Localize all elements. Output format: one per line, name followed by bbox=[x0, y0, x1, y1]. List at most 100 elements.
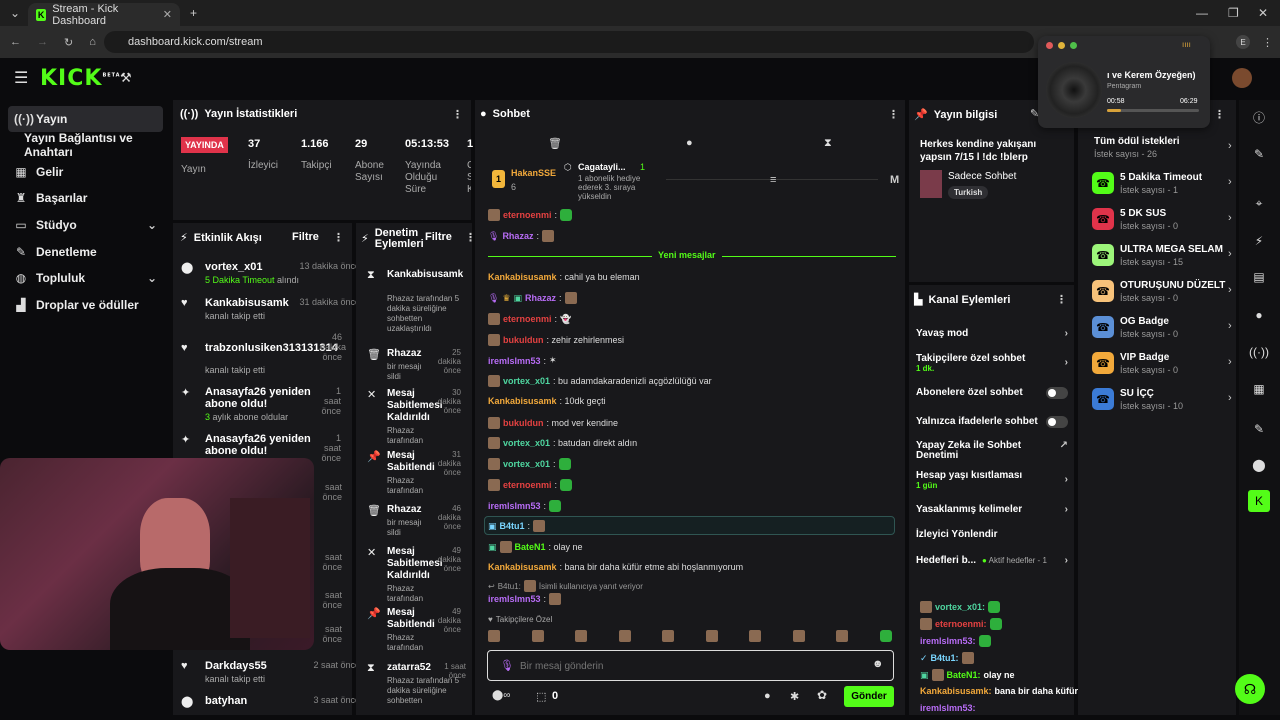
chat-message[interactable]: bukuldun: mod ver kendine bbox=[488, 417, 618, 429]
chat-username[interactable]: Rhazaz bbox=[502, 231, 533, 241]
camera-focus-icon[interactable]: ⌖ bbox=[1248, 192, 1270, 214]
chat-menu-icon[interactable]: ⋮ bbox=[888, 108, 899, 121]
lightning-icon[interactable]: ⚡ bbox=[1248, 230, 1270, 252]
chat-message[interactable]: bukuldun: zehir zehirlenmesi bbox=[488, 334, 624, 346]
chat-username[interactable]: iremlslmn53 bbox=[488, 501, 541, 511]
clear-chat-icon[interactable]: 🗑 bbox=[548, 137, 562, 150]
moderation-filter-button[interactable]: Filtre bbox=[425, 231, 452, 243]
points-icon[interactable]: ⬤∞ bbox=[492, 690, 510, 701]
profile-avatar[interactable]: E bbox=[1236, 35, 1250, 49]
support-icon[interactable]: ☊ bbox=[1235, 674, 1265, 704]
pinned-user[interactable]: HakanSSE bbox=[511, 168, 556, 178]
chat-message[interactable]: Kankabisusamk: bana bir daha küfür etme … bbox=[488, 562, 743, 572]
chat-message[interactable]: Kankabisusamk: cahil ya bu eleman bbox=[488, 272, 640, 282]
edit-icon[interactable]: ✎ bbox=[1248, 143, 1270, 165]
chat-username[interactable]: vortex_x01 bbox=[503, 376, 550, 386]
chat-username[interactable]: eternoenmi bbox=[503, 210, 552, 220]
chat-message[interactable]: vortex_x01: batudan direkt aldın bbox=[488, 437, 637, 449]
nav-gelir[interactable]: ▦ Gelir bbox=[8, 159, 163, 185]
reload-icon[interactable]: ↻ bbox=[64, 36, 73, 49]
viewer-avatar[interactable] bbox=[662, 630, 675, 642]
mod-item[interactable]: ⧗ Kankabisusamk bbox=[367, 269, 463, 281]
expand-pinned-icon[interactable]: ≡ bbox=[770, 174, 776, 186]
chat-bubble-icon[interactable]: ● bbox=[764, 690, 771, 702]
chat-message[interactable]: Kankabisusamk: 10dk geçti bbox=[488, 396, 606, 406]
chat-username[interactable]: Kankabisusamk bbox=[488, 396, 557, 406]
activity-item[interactable]: ♥ Darkdays55 kanalı takip etti 2 saat önce bbox=[181, 660, 370, 684]
chat-message[interactable]: eternoenmi: 👻 bbox=[488, 313, 571, 325]
tab-list-icon[interactable]: ⌄ bbox=[10, 6, 20, 20]
gift-box-icon[interactable]: ⬚ bbox=[536, 690, 546, 703]
user-avatar[interactable] bbox=[1232, 68, 1252, 88]
mod-item[interactable]: 📌 Mesaj Sabitlendi Rhazaz tarafından 31 dak… bbox=[367, 450, 461, 496]
viewer-avatar[interactable] bbox=[836, 630, 849, 642]
banned-words-row[interactable]: Yasaklanmış kelimeler › bbox=[916, 504, 1068, 515]
chat-input[interactable] bbox=[520, 658, 850, 674]
viewer-avatar[interactable] bbox=[879, 630, 892, 642]
gift-user[interactable]: Cagatayli... bbox=[578, 162, 626, 172]
viewer-avatar[interactable] bbox=[618, 630, 631, 642]
mod-item[interactable]: Rhazaz tarafından 5 dakika süreliğine so… bbox=[387, 292, 462, 334]
mod-item[interactable]: ✕ Mesaj Sabitlemesi Kaldırıldı Rhazaz tara… bbox=[367, 388, 461, 446]
wrench-icon[interactable]: ✎ bbox=[1248, 418, 1270, 440]
channel-actions-menu-icon[interactable]: ⋮ bbox=[1056, 293, 1067, 306]
emotes-only-toggle[interactable] bbox=[1046, 416, 1068, 428]
chat-message[interactable]: 🎙 ♛ ▣ Rhazaz: bbox=[488, 292, 577, 304]
kick-app-icon[interactable]: K bbox=[1248, 490, 1270, 512]
address-bar[interactable]: dashboard.kick.com/stream bbox=[104, 31, 1034, 53]
subs-only-toggle[interactable] bbox=[1046, 387, 1068, 399]
chat-message[interactable]: iremlslmn53: ✶ bbox=[488, 355, 557, 366]
chat-username[interactable]: bukuldun bbox=[503, 335, 544, 345]
chat-message[interactable]: eternoenmi: bbox=[488, 479, 573, 491]
activity-item[interactable]: ✦ Anasayfa26 yeniden abone oldu! 3 aylık a… bbox=[181, 386, 341, 422]
activity-item[interactable]: ✦ Anasayfa26 yeniden abone oldu! 1 saat ön… bbox=[181, 433, 341, 463]
nav-denetleme[interactable]: ✎ Denetleme bbox=[8, 239, 163, 265]
rewards-menu-icon[interactable]: ⋮ bbox=[1214, 108, 1225, 121]
info-icon[interactable]: ⓘ bbox=[1248, 106, 1270, 128]
activity-item[interactable]: ⬤ batyhan 3 saat önce bbox=[181, 695, 370, 708]
chat-username[interactable]: iremlslmn53 bbox=[488, 594, 541, 604]
nav-topluluk[interactable]: ◍ Topluluk ⌄ bbox=[8, 265, 163, 291]
mod-item[interactable]: 🗑 Rhazaz bir mesajı sildi 25 dakika önce bbox=[367, 348, 461, 382]
chat-settings-icon[interactable]: ● bbox=[686, 137, 693, 149]
viewer-avatar[interactable] bbox=[531, 630, 544, 642]
minimize-dot-icon[interactable] bbox=[1058, 42, 1065, 49]
mod-item[interactable]: ✕ Mesaj Sabitlemesi Kaldırıldı Rhazaz tara… bbox=[367, 546, 461, 604]
back-icon[interactable]: ← bbox=[10, 36, 21, 48]
viewer-avatar[interactable] bbox=[705, 630, 718, 642]
activity-filter-button[interactable]: Filtre bbox=[292, 231, 319, 243]
nav-studyo[interactable]: ▭ Stüdyo ⌄ bbox=[8, 212, 163, 238]
chat-message[interactable]: 🎙 Rhazaz: bbox=[488, 230, 554, 242]
nav-stream-key[interactable]: Yayın Bağlantısı ve Anahtarı bbox=[8, 131, 163, 159]
activity-item[interactable]: ♥ Kankabisusamk kanalı takip etti 31 dakika… bbox=[181, 297, 370, 321]
highlighted-message[interactable] bbox=[484, 516, 895, 535]
chat-username[interactable]: Rhazaz bbox=[525, 293, 556, 303]
points-icon[interactable]: ⬤ bbox=[1248, 454, 1270, 476]
forward-icon[interactable]: → bbox=[37, 36, 48, 48]
home-icon[interactable]: ⌂ bbox=[89, 36, 96, 48]
followers-only-row[interactable]: Takipçilere özel sohbet 1 dk. › bbox=[916, 353, 1068, 373]
browser-menu-icon[interactable]: ⋮ bbox=[1262, 36, 1273, 49]
sticker-icon[interactable]: ✿ bbox=[817, 688, 827, 702]
activity-item[interactable]: ♥ trabzonlusiken313131314 kanalı takip ett… bbox=[181, 332, 346, 375]
viewer-avatar[interactable] bbox=[488, 630, 500, 642]
send-button[interactable]: Gönder bbox=[844, 686, 894, 707]
slow-mode-row[interactable]: Yavaş mod › bbox=[916, 328, 1068, 339]
viewer-avatar[interactable] bbox=[575, 630, 588, 642]
hamburger-menu-icon[interactable]: ☰ bbox=[14, 68, 28, 88]
chat-username[interactable]: iremlslmn53 bbox=[488, 356, 541, 366]
close-tab-icon[interactable]: ✕ bbox=[163, 8, 172, 21]
mod-item[interactable]: 🗑 Rhazaz bir mesajı sildi 46 dakika önce bbox=[367, 504, 461, 538]
chat-message[interactable]: ▣ BateN1: olay ne bbox=[488, 541, 583, 553]
chat-message[interactable]: vortex_x01: bbox=[488, 458, 571, 470]
account-age-row[interactable]: Hesap yaşı kısıtlaması 1 gün › bbox=[916, 470, 1068, 490]
nav-droplar[interactable]: ▟ Droplar ve ödüller bbox=[8, 292, 163, 318]
track-progress-bar[interactable] bbox=[1107, 109, 1199, 112]
layout-icon[interactable]: ▦ bbox=[1248, 378, 1270, 400]
ai-moderation-row[interactable]: Yapay Zeka ile Sohbet Denetimi ↗ bbox=[916, 441, 1068, 461]
browser-tab[interactable]: K Stream - Kick Dashboard ✕ bbox=[28, 3, 180, 27]
emotes-only-row[interactable]: Yalnızca ifadelerle sohbet bbox=[916, 416, 1068, 428]
goals-row[interactable]: Hedefleri b... ● Aktif hedefler - 1 › bbox=[916, 555, 1068, 566]
viewer-avatar[interactable] bbox=[749, 630, 762, 642]
mod-item[interactable]: ⧗ zatarra52 Rhazaz tarafından 5 dakika sür… bbox=[367, 662, 466, 706]
